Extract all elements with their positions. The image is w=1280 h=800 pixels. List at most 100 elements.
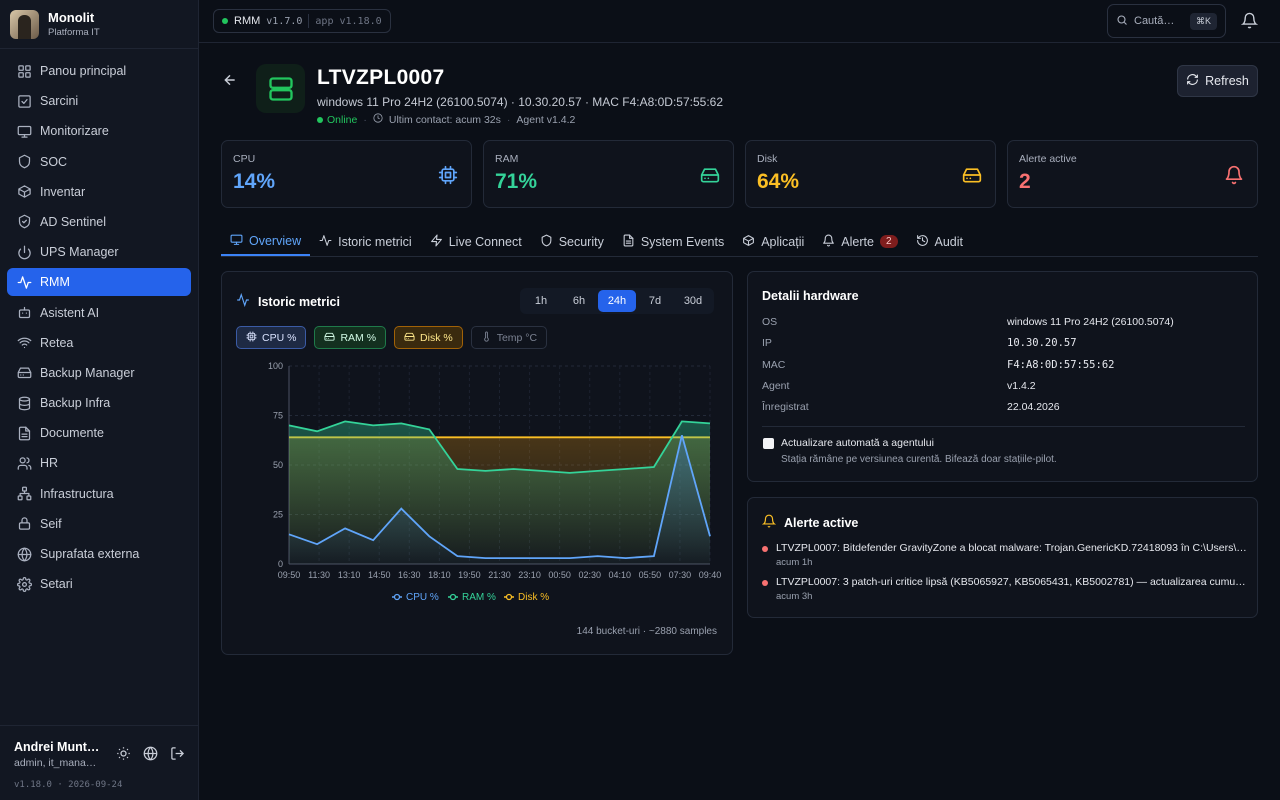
range-7d[interactable]: 7d [636, 290, 674, 312]
alert-count-badge: 2 [879, 235, 898, 248]
tab-label: Aplicații [761, 234, 805, 249]
toggle-label: Disk % [420, 331, 453, 344]
sidebar-item-suprafata-externa[interactable]: Suprafata externa [7, 540, 191, 568]
hw-row-ip: IP 10.30.20.57 [762, 337, 1242, 349]
range-24h[interactable]: 24h [598, 290, 636, 312]
range-6h[interactable]: 6h [560, 290, 598, 312]
x-tick-label: 09:40 [699, 570, 722, 580]
sidebar-item-monitorizare[interactable]: Monitorizare [7, 117, 191, 145]
globe-icon [16, 546, 32, 562]
hw-key: OS [762, 316, 778, 328]
stat-card-alerte-active: Alerte active 2 [1007, 140, 1258, 208]
search-icon [1116, 14, 1128, 29]
hw-value: 10.30.20.57 [1007, 337, 1077, 350]
history-icon [916, 234, 929, 250]
sidebar-item-ad-sentinel[interactable]: AD Sentinel [7, 208, 191, 236]
brand[interactable]: Monolit Platforma IT [0, 0, 198, 49]
sidebar-nav: Panou principal Sarcini Monitorizare SOC Inv… [0, 49, 198, 608]
refresh-label: Refresh [1205, 74, 1249, 88]
sidebar-item-retea[interactable]: Retea [7, 329, 191, 357]
sidebar-item-inventar[interactable]: Inventar [7, 178, 191, 206]
tab-alerte[interactable]: Alerte 2 [813, 227, 906, 256]
tab-live-connect[interactable]: Live Connect [421, 227, 531, 256]
x-tick-label: 00:50 [548, 570, 571, 580]
x-tick-label: 07:30 [669, 570, 692, 580]
sidebar-item-label: Suprafata externa [40, 547, 140, 561]
topbar: RMM v1.7.0 app v1.18.0 Caută… ⌘K [199, 0, 1280, 43]
sidebar-item-label: Infrastructura [40, 486, 114, 501]
sidebar-item-label: UPS Manager [40, 245, 119, 260]
stat-label: Alerte active [1019, 153, 1077, 165]
notifications-bell-icon[interactable] [1240, 12, 1259, 32]
x-tick-label: 13:10 [338, 570, 361, 580]
language-globe-icon[interactable] [143, 746, 158, 761]
sidebar-item-panou-principal[interactable]: Panou principal [7, 57, 191, 85]
sidebar-item-backup-infra[interactable]: Backup Infra [7, 389, 191, 417]
toggle-cpu[interactable]: CPU % [236, 326, 307, 349]
auto-update-hint: Stația rămâne pe versiunea curentă. Bife… [781, 454, 1057, 465]
tab-label: Overview [249, 233, 302, 248]
toggle-ram[interactable]: RAM % [314, 326, 387, 349]
tab-system-events[interactable]: System Events [613, 227, 733, 256]
sidebar-item-label: Seif [40, 516, 62, 531]
tab-overview[interactable]: Overview [221, 227, 311, 256]
refresh-icon [1186, 73, 1199, 89]
tab-label: System Events [640, 234, 725, 249]
hw-key: Înregistrat [762, 401, 809, 414]
active-alerts-card: Alerte active LTVZPL0007: Bitdefender Gr… [747, 497, 1258, 618]
sidebar-item-hr[interactable]: HR [7, 449, 191, 477]
tab-security[interactable]: Security [531, 227, 613, 256]
sidebar-item-label: Panou principal [40, 64, 127, 78]
tab-audit[interactable]: Audit [907, 227, 973, 256]
toggle-temp-c[interactable]: Temp °C [470, 326, 548, 349]
wifi-icon [16, 335, 32, 351]
sidebar-item-seif[interactable]: Seif [7, 510, 191, 538]
toggle-label: Temp °C [496, 331, 538, 344]
hw-key: IP [762, 337, 772, 350]
alert-item[interactable]: LTVZPL0007: Bitdefender GravityZone a bl… [762, 542, 1247, 568]
network-icon [16, 486, 32, 502]
tab-istoric-metrici[interactable]: Istoric metrici [310, 227, 421, 256]
sidebar-item-documente[interactable]: Documente [7, 419, 191, 447]
refresh-button[interactable]: Refresh [1177, 65, 1258, 97]
search-box[interactable]: Caută… ⌘K [1107, 4, 1226, 38]
app-version: v1.18.0 · 2026-09-24 [14, 780, 123, 790]
activity-icon [236, 292, 250, 310]
toggle-disk[interactable]: Disk % [394, 326, 463, 349]
sidebar-item-label: Backup Infra [40, 396, 111, 411]
memory-icon [700, 165, 720, 188]
sidebar-item-soc[interactable]: SOC [7, 148, 191, 176]
sidebar-item-rmm[interactable]: RMM [7, 268, 191, 297]
shield-check-icon [16, 214, 32, 230]
sidebar-item-sarcini[interactable]: Sarcini [7, 87, 191, 115]
sidebar-item-infrastructura[interactable]: Infrastructura [7, 480, 191, 508]
toggle-label: RAM % [340, 331, 377, 344]
alerts-title: Alerte active [761, 514, 858, 531]
back-arrow-icon[interactable] [222, 72, 238, 91]
x-tick-label: 23:10 [518, 570, 541, 580]
sidebar-item-label: RMM [40, 275, 70, 290]
tasks-icon [16, 93, 32, 109]
alert-dot [762, 546, 768, 552]
legend-marker [393, 593, 401, 601]
theme-toggle-icon[interactable] [116, 746, 131, 761]
range-30d[interactable]: 30d [674, 290, 712, 312]
sidebar-item-setari[interactable]: Setari [7, 570, 191, 598]
sidebar-item-label: SOC [40, 154, 68, 169]
hw-value: 22.04.2026 [1007, 401, 1060, 414]
sidebar-item-backup-manager[interactable]: Backup Manager [7, 359, 191, 387]
brand-title: Monolit [48, 10, 95, 25]
logout-icon[interactable] [170, 746, 185, 761]
bell-icon [761, 514, 777, 531]
power-icon [16, 244, 32, 260]
range-1h[interactable]: 1h [522, 290, 560, 312]
alert-item[interactable]: LTVZPL0007: 3 patch-uri critice lipsă (K… [762, 576, 1247, 602]
tab-label: Alerte [841, 234, 874, 249]
hw-row-inregistrat: Înregistrat 22.04.2026 [762, 401, 1242, 413]
sidebar-item-asistent-ai[interactable]: Asistent AI [7, 299, 191, 327]
database-icon [16, 395, 32, 411]
sidebar-item-ups-manager[interactable]: UPS Manager [7, 238, 191, 266]
auto-update-checkbox[interactable] [763, 438, 774, 449]
tab-aplicatii[interactable]: Aplicații [733, 227, 813, 256]
bot-icon [16, 305, 32, 321]
